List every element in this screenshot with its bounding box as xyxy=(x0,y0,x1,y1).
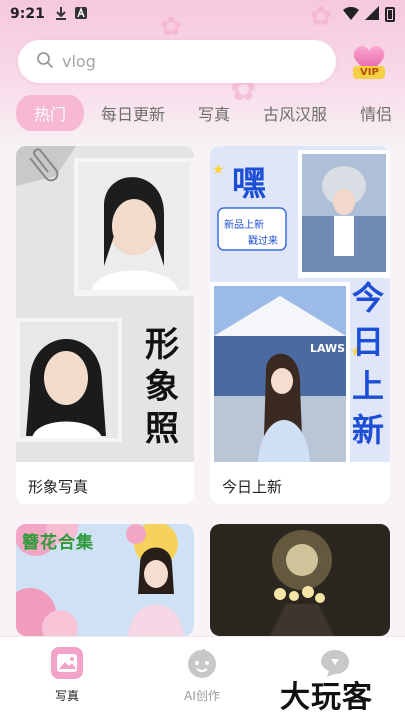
ai-face-icon xyxy=(188,648,216,678)
signal-icon xyxy=(365,5,379,24)
card-night-thumbnail xyxy=(210,524,390,636)
tab-hanfu[interactable]: 古风汉服 xyxy=(263,95,327,131)
download-icon xyxy=(55,6,67,23)
nav-portrait[interactable]: 写真 xyxy=(32,647,102,704)
wifi-icon xyxy=(343,5,359,24)
photo-icon xyxy=(51,647,83,679)
search-bar[interactable] xyxy=(18,40,336,83)
a-icon xyxy=(74,6,87,22)
card-night-lights[interactable] xyxy=(210,524,390,636)
vip-button[interactable]: VIP xyxy=(348,42,390,82)
svg-text:★: ★ xyxy=(212,162,225,178)
nav-ai-create-label: AI创作 xyxy=(184,689,220,703)
search-icon xyxy=(36,51,54,73)
card-new-today[interactable]: ★ ★ 嘿 新品上新 戳过来 LAWS 今日上新 今日上新 xyxy=(210,146,390,504)
card-new-sign: LAWS xyxy=(310,342,346,355)
status-bar: 9:21 xyxy=(0,0,405,28)
card-new-overlay-text: 今日上新 xyxy=(351,279,384,449)
search-input[interactable] xyxy=(62,52,292,71)
card-new-bubble-line2: 戳过来 xyxy=(248,236,278,247)
card-portrait-overlay-text: 形象照 xyxy=(145,325,179,449)
card-new-bubble-line1: 新品上新 xyxy=(224,220,264,231)
card-hairpin-flowers[interactable]: 簪花合集 xyxy=(16,524,194,636)
tab-couple[interactable]: 情侣 xyxy=(360,95,392,131)
nav-portrait-label: 写真 xyxy=(54,689,79,703)
status-time: 9:21 xyxy=(10,6,45,22)
card-image-portrait[interactable]: 形象照 形象写真 xyxy=(16,146,194,504)
card-label: 形象写真 xyxy=(28,478,89,496)
card-new-overlay-hey: 嘿 xyxy=(232,164,266,204)
card-label: 今日上新 xyxy=(222,478,283,496)
category-tabs: 热门 每日更新 写真 古风汉服 情侣 xyxy=(0,95,405,131)
battery-icon xyxy=(385,6,395,22)
card-hairpin-overlay-text: 簪花合集 xyxy=(22,533,94,553)
tab-hot[interactable]: 热门 xyxy=(16,95,85,131)
tab-portrait[interactable]: 写真 xyxy=(198,95,230,131)
watermark-logo: 大玩客 xyxy=(280,680,373,715)
tab-daily-update[interactable]: 每日更新 xyxy=(101,95,165,131)
vip-label: VIP xyxy=(360,67,379,78)
nav-ai-create[interactable]: AI创作 xyxy=(167,647,237,704)
